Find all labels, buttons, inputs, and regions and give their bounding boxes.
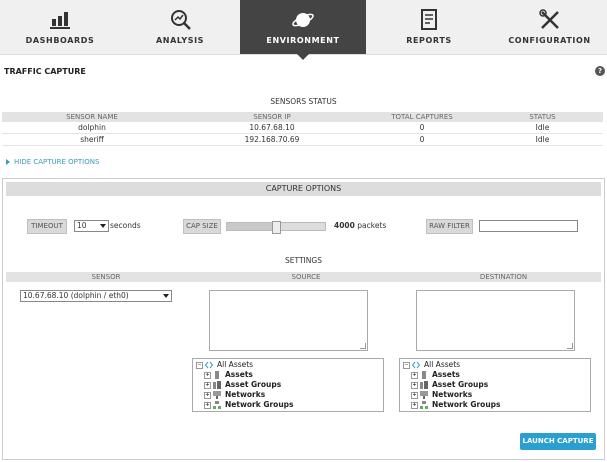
tree-label: Networks (432, 390, 473, 399)
tree-label: All Assets (217, 360, 254, 369)
timeout-unit: seconds (110, 221, 141, 230)
expand-icon[interactable]: + (411, 402, 418, 409)
expand-icon[interactable]: + (411, 392, 418, 399)
expand-icon[interactable]: + (204, 402, 211, 409)
chevron-down-icon (163, 294, 169, 298)
collapse-icon[interactable]: − (403, 362, 410, 369)
nav-label: DASHBOARDS (25, 36, 95, 45)
destination-asset-tree: − All Assets + Assets + Asset Groups + N… (399, 358, 591, 412)
column-header: SENSOR NAME (2, 112, 182, 122)
column-header: SENSOR IP (182, 112, 362, 122)
table-row: sheriff 192.168.70.69 0 Idle (2, 133, 603, 146)
document-icon (421, 9, 437, 30)
expand-icon[interactable]: + (204, 382, 211, 389)
slider-fill (227, 223, 276, 230)
capture-options-title: CAPTURE OPTIONS (6, 182, 601, 196)
cap-size-slider[interactable] (226, 221, 326, 234)
sensor-ip: 192.168.70.69 (182, 133, 362, 146)
nav-dashboards[interactable]: DASHBOARDS (0, 0, 120, 54)
sensor-ip: 10.67.68.10 (182, 122, 362, 134)
server-group-icon (213, 381, 221, 389)
destination-textarea[interactable] (416, 290, 575, 351)
tools-icon (538, 9, 559, 29)
network-icon (420, 391, 428, 399)
network-icon (213, 391, 221, 399)
column-header: STATUS (482, 112, 603, 122)
raw-filter-input[interactable] (479, 220, 578, 232)
raw-filter-label: RAW FILTER (426, 219, 473, 234)
server-icon (422, 371, 426, 379)
sensor-status: Idle (482, 122, 603, 134)
sensors-status-title: SENSORS STATUS (270, 97, 337, 106)
server-icon (215, 371, 219, 379)
magnifier-chart-icon (171, 10, 191, 30)
nav-label: ENVIRONMENT (266, 36, 340, 45)
chevron-down-icon (100, 224, 106, 228)
network-group-icon (213, 401, 221, 409)
column-header: DESTINATION (479, 273, 528, 281)
sensors-status-table: SENSOR NAME SENSOR IP TOTAL CAPTURES STA… (2, 112, 603, 146)
tree-label: Asset Groups (432, 380, 489, 389)
nav-label: REPORTS (406, 36, 452, 45)
slider-handle[interactable] (272, 221, 281, 234)
settings-header: SENSOR SOURCE DESTINATION (6, 272, 601, 282)
tree-label: Network Groups (225, 400, 294, 409)
cap-size-value: 4000 (334, 221, 355, 230)
sensor-status: Idle (482, 133, 603, 146)
tree-label: Asset Groups (225, 380, 282, 389)
total-captures: 0 (362, 122, 482, 134)
nav-label: ANALYSIS (155, 36, 205, 45)
timeout-value: 10 (77, 221, 87, 230)
code-brackets-icon (205, 361, 213, 369)
expand-icon[interactable]: + (411, 382, 418, 389)
tree-label: Assets (225, 370, 253, 379)
source-textarea[interactable] (209, 290, 368, 351)
triangle-right-icon (6, 159, 10, 165)
timeout-label: TIMEOUT (27, 219, 67, 234)
sensor-name: dolphin (2, 122, 182, 134)
top-nav: DASHBOARDS ANALYSIS ENVIRONMENT REPORTS … (0, 0, 607, 60)
capture-options-panel: CAPTURE OPTIONS TIMEOUT 10 seconds CAP S… (2, 178, 605, 460)
sensor-name: sheriff (2, 133, 182, 146)
launch-capture-button[interactable]: LAUNCH CAPTURE (520, 433, 596, 450)
nav-environment[interactable]: ENVIRONMENT (240, 0, 366, 60)
settings-title: SETTINGS (285, 256, 322, 265)
tree-label: Assets (432, 370, 460, 379)
column-header: SENSOR (91, 273, 121, 281)
server-group-icon (420, 381, 428, 389)
tree-label: Networks (225, 390, 266, 399)
resize-grip-icon[interactable] (360, 343, 366, 349)
nav-label: CONFIGURATION (508, 36, 591, 45)
column-header: TOTAL CAPTURES (362, 112, 482, 122)
expand-icon[interactable]: + (204, 392, 211, 399)
nav-configuration[interactable]: CONFIGURATION (492, 0, 607, 54)
tree-label: Network Groups (432, 400, 501, 409)
help-icon[interactable]: ? (595, 66, 605, 76)
expand-icon[interactable]: + (204, 372, 211, 379)
timeout-select[interactable]: 10 (74, 220, 109, 232)
bar-chart-icon (50, 12, 70, 29)
planet-icon (292, 13, 314, 27)
source-asset-tree: − All Assets + Assets + Asset Groups + N… (192, 358, 384, 412)
code-brackets-icon (412, 361, 420, 369)
cap-size-label: CAP SIZE (183, 219, 221, 234)
tree-label: All Assets (424, 360, 461, 369)
cap-size-readout: 4000 packets (334, 221, 386, 230)
resize-grip-icon[interactable] (567, 343, 573, 349)
cap-size-unit: packets (357, 221, 387, 230)
page-title: TRAFFIC CAPTURE (4, 67, 86, 76)
sensor-select[interactable]: 10.67.68.10 (dolphin / eth0) (20, 290, 172, 302)
sensor-select-value: 10.67.68.10 (dolphin / eth0) (23, 291, 129, 300)
expand-icon[interactable]: + (411, 372, 418, 379)
collapse-icon[interactable]: − (196, 362, 203, 369)
toggle-label: HIDE CAPTURE OPTIONS (14, 158, 100, 166)
total-captures: 0 (362, 133, 482, 146)
hide-capture-options-link[interactable]: HIDE CAPTURE OPTIONS (6, 158, 99, 166)
nav-reports[interactable]: REPORTS (366, 0, 492, 54)
nav-analysis[interactable]: ANALYSIS (120, 0, 240, 54)
table-row: dolphin 10.67.68.10 0 Idle (2, 122, 603, 134)
column-header: SOURCE (291, 273, 321, 281)
network-group-icon (420, 401, 428, 409)
